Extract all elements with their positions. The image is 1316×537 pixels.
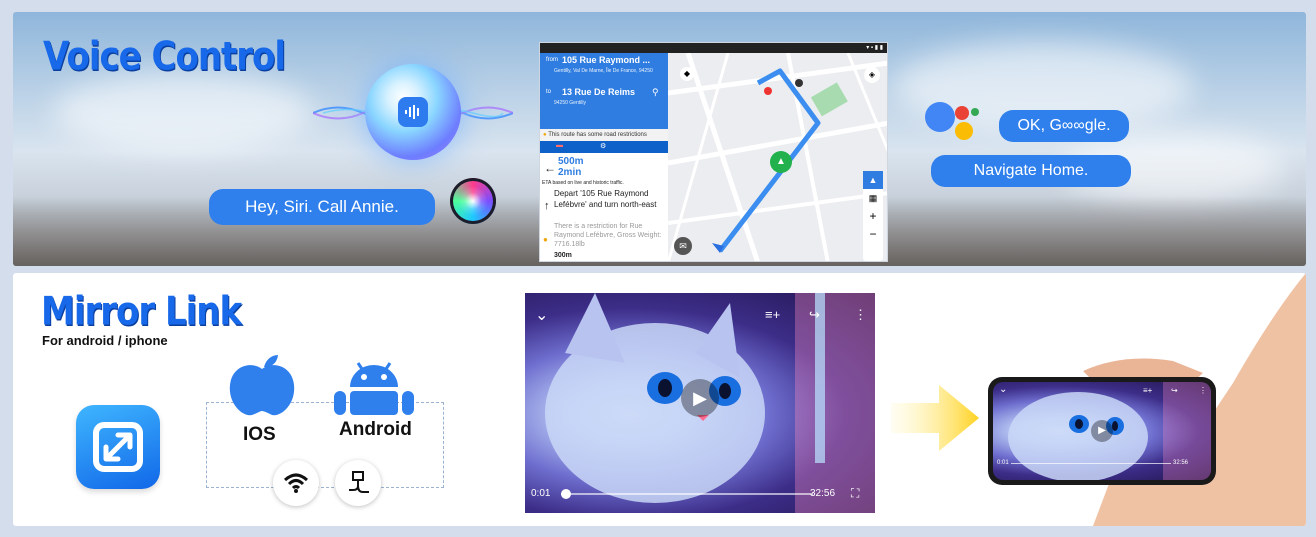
collapse-icon[interactable]: ⌄: [535, 305, 548, 325]
message-icon[interactable]: ✉: [674, 237, 692, 255]
cloud: [53, 72, 313, 152]
google-assistant-icon: [925, 100, 985, 152]
current-time: 0:01: [997, 460, 1009, 466]
phone-mirrored-video: ▶ 0:01 32:56 ⌄ ≡+ ↪ ⋮: [993, 382, 1211, 480]
mirror-link-subtitle: For android / iphone: [42, 333, 168, 348]
add-to-queue-icon[interactable]: ≡+: [765, 307, 780, 322]
apple-icon: [229, 355, 295, 416]
voice-control-panel: Voice Control Hey, Siri. Call Annie. ▾ ▪…: [13, 12, 1306, 266]
next-distance: 300m: [554, 252, 572, 259]
directions-list: ← 500m 2min ETA based on live and histor…: [540, 153, 668, 261]
play-button[interactable]: ▶: [1091, 420, 1113, 442]
route-tabs[interactable]: ▬ ⚙: [540, 141, 668, 153]
voice-bars-icon: [398, 97, 428, 127]
android-label: Android: [339, 419, 412, 440]
from-label: from: [546, 57, 558, 63]
navigate-fab[interactable]: ▲: [770, 151, 792, 173]
status-icons: ▾ ▪ ▮ ▮: [866, 45, 883, 51]
navigation-app-screen: ▾ ▪ ▮ ▮ from 105 Rue Raymond ... Gentill…: [539, 42, 888, 262]
more-icon[interactable]: ⋮: [854, 307, 867, 323]
google-ok-bubble: OK, G∞∞gle.: [999, 110, 1129, 142]
ios-label: IOS: [243, 424, 276, 445]
layers-icon[interactable]: ◈: [864, 67, 880, 83]
duration: 2min: [558, 167, 582, 178]
collapse-icon[interactable]: ⌄: [999, 384, 1007, 395]
navigate-home-bubble: Navigate Home.: [931, 155, 1131, 187]
car-icon[interactable]: ▬: [556, 142, 563, 149]
video-player[interactable]: ▶ ⌄ ≡+ ↪ ⋮ 0:01 32:56 ⛶: [525, 293, 875, 513]
seek-bar[interactable]: [1011, 463, 1171, 464]
seek-bar[interactable]: [561, 489, 813, 499]
usb-cable-icon: [335, 460, 381, 506]
zoom-in-icon[interactable]: +: [863, 207, 883, 225]
mirror-link-title: Mirror Link: [41, 289, 242, 335]
settings-icon[interactable]: ⚙: [600, 142, 606, 150]
phone-device: ▶ 0:01 32:56 ⌄ ≡+ ↪ ⋮: [988, 377, 1216, 485]
map-controls: ▲ ▦ + −: [863, 171, 883, 261]
mirror-app-icon: [76, 405, 160, 489]
play-button[interactable]: ▶: [681, 379, 719, 417]
grid-icon[interactable]: ▦: [863, 189, 883, 207]
from-address: Gentilly, Val De Marne, Île De France, 9…: [554, 68, 653, 74]
route-panel: from 105 Rue Raymond ... Gentilly, Val D…: [540, 53, 668, 129]
total-time: 32:56: [1173, 460, 1189, 466]
map-view[interactable]: ▲ ◆ ◈ ▲ ▦ + − ✉: [668, 53, 887, 261]
arrow-right-icon: [891, 385, 979, 451]
add-to-queue-icon[interactable]: ≡+: [1143, 386, 1152, 395]
voice-control-title: Voice Control: [43, 34, 286, 80]
search-icon[interactable]: ⚲: [652, 87, 659, 98]
turn-left-icon: ←: [544, 161, 556, 175]
compass-icon[interactable]: ◆: [680, 67, 694, 81]
more-icon[interactable]: ⋮: [1199, 386, 1207, 395]
to-address: 94250 Gentilly: [554, 100, 586, 106]
seek-thumb[interactable]: [561, 489, 572, 499]
restriction-warning: ● This route has some road restrictions: [540, 129, 668, 141]
distance: 500m: [558, 156, 584, 167]
locate-icon[interactable]: ▲: [863, 171, 883, 189]
warning-icon: ●: [543, 235, 548, 244]
banner-frame: Voice Control Hey, Siri. Call Annie. ▾ ▪…: [0, 0, 1316, 537]
restriction-text: This route has some road restrictions: [548, 132, 647, 138]
fullscreen-icon[interactable]: ⛶: [851, 486, 859, 501]
restriction-detail: There is a restriction for Rue Raymond L…: [554, 223, 662, 248]
share-icon[interactable]: ↪: [809, 307, 820, 323]
voice-assistant-orb: [365, 64, 461, 160]
zoom-out-icon[interactable]: −: [863, 225, 883, 243]
instruction: Depart '105 Rue Raymond Lefébvre' and tu…: [554, 189, 657, 209]
siri-command-bubble: Hey, Siri. Call Annie.: [209, 189, 435, 225]
to-label: to: [546, 89, 552, 95]
android-icon: [334, 362, 414, 415]
to-name[interactable]: 13 Rue De Reims: [562, 87, 635, 97]
current-time: 0:01: [531, 488, 551, 499]
from-name[interactable]: 105 Rue Raymond ...: [562, 55, 650, 65]
siri-icon: [450, 178, 496, 224]
straight-arrow-icon: ↑: [544, 200, 550, 212]
share-icon[interactable]: ↪: [1171, 386, 1178, 395]
wifi-icon: [273, 460, 319, 506]
status-bar: ▾ ▪ ▮ ▮: [540, 43, 887, 53]
eta-note: ETA based on live and historic traffic.: [542, 180, 624, 186]
warning-icon: ●: [543, 132, 547, 138]
total-time: 32:56: [810, 488, 836, 499]
mirror-link-panel: Mirror Link For android / iphone IOS And…: [13, 273, 1306, 526]
